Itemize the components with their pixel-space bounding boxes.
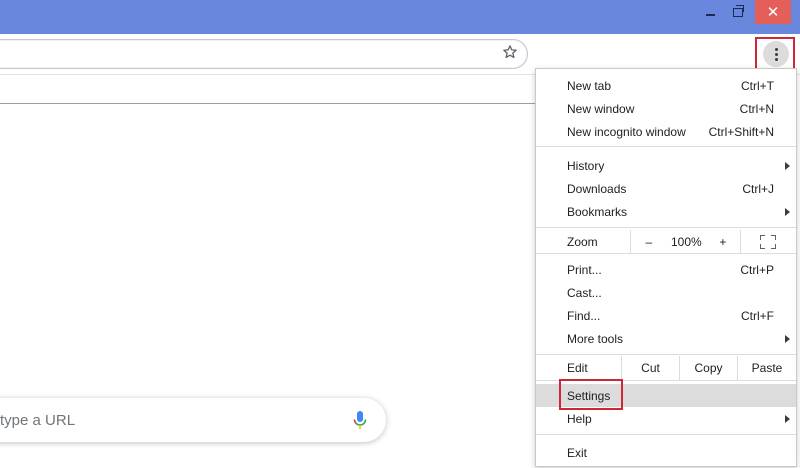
menu-item-help[interactable]: Help: [536, 407, 796, 430]
google-search-box[interactable]: type a URL: [0, 398, 386, 442]
copy-button[interactable]: Copy: [679, 356, 737, 380]
menu-separator: [536, 227, 796, 228]
settings-highlight: [559, 379, 623, 410]
cut-button[interactable]: Cut: [621, 356, 679, 380]
window-titlebar: ✕: [0, 0, 800, 34]
menu-item-edit: Edit Cut Copy Paste: [536, 356, 796, 380]
fullscreen-button[interactable]: [739, 230, 796, 253]
menu-item-new-window[interactable]: New window Ctrl+N: [536, 97, 796, 120]
paste-button[interactable]: Paste: [737, 356, 796, 380]
menu-separator: [536, 354, 796, 355]
menu-button-highlight: [755, 37, 795, 72]
restore-icon: [733, 4, 744, 17]
zoom-in-button[interactable]: +: [706, 230, 740, 253]
bookmark-bar-divider: [0, 103, 535, 104]
menu-item-history[interactable]: History: [536, 154, 796, 177]
bookmark-star-icon[interactable]: [500, 42, 520, 62]
microphone-icon[interactable]: [352, 410, 368, 432]
submenu-arrow-icon: [785, 207, 790, 216]
menu-item-zoom: Zoom – 100% +: [536, 230, 796, 253]
menu-separator: [536, 146, 796, 147]
restore-button[interactable]: [725, 0, 751, 24]
submenu-arrow-icon: [785, 161, 790, 170]
fullscreen-icon: [760, 234, 777, 249]
edit-controls: Cut Copy Paste: [621, 356, 796, 380]
zoom-controls: – 100% +: [630, 230, 796, 253]
zoom-level: 100%: [670, 234, 702, 249]
close-icon: ✕: [766, 4, 780, 21]
menu-separator: [536, 253, 796, 254]
menu-item-new-incognito-window[interactable]: New incognito window Ctrl+Shift+N: [536, 120, 796, 143]
menu-item-bookmarks[interactable]: Bookmarks: [536, 200, 796, 223]
menu-item-downloads[interactable]: Downloads Ctrl+J: [536, 177, 796, 200]
close-button[interactable]: ✕: [755, 0, 791, 24]
address-bar[interactable]: [0, 39, 528, 69]
minimize-icon: [705, 14, 715, 16]
menu-item-new-tab[interactable]: New tab Ctrl+T: [536, 74, 796, 97]
menu-item-find[interactable]: Find... Ctrl+F: [536, 304, 796, 327]
menu-item-more-tools[interactable]: More tools: [536, 327, 796, 350]
menu-separator: [536, 434, 796, 435]
menu-item-exit[interactable]: Exit: [536, 441, 796, 464]
minimize-button[interactable]: [697, 0, 723, 24]
menu-item-print[interactable]: Print... Ctrl+P: [536, 258, 796, 281]
search-placeholder: type a URL: [0, 412, 76, 429]
zoom-out-button[interactable]: –: [630, 230, 667, 253]
submenu-arrow-icon: [785, 334, 790, 343]
submenu-arrow-icon: [785, 414, 790, 423]
menu-item-cast[interactable]: Cast...: [536, 281, 796, 304]
